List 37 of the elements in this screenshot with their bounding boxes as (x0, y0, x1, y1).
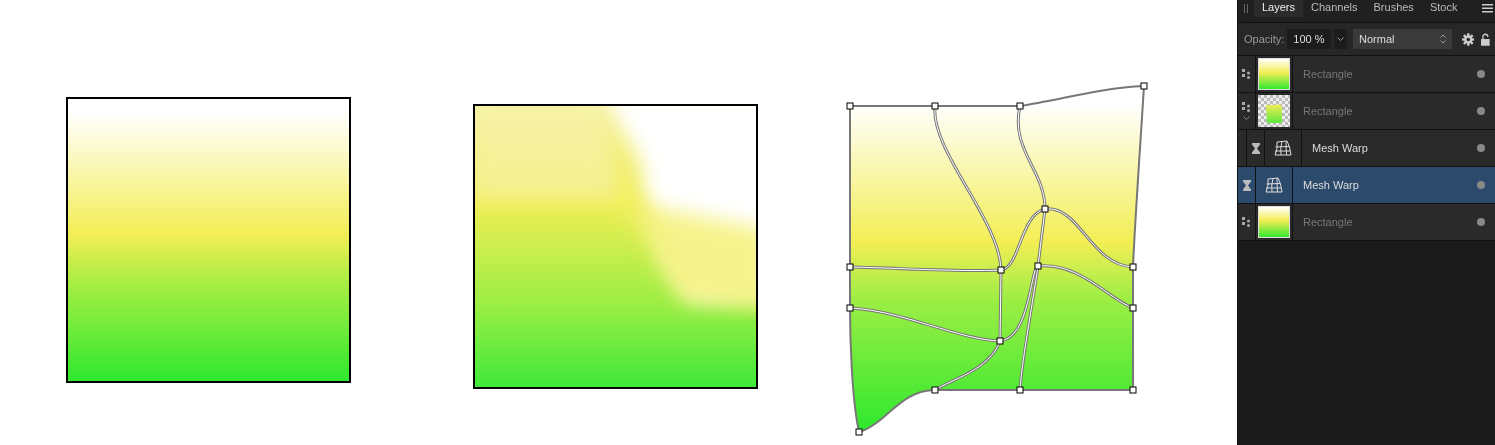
visibility-dot[interactable] (1477, 70, 1485, 78)
panel-tab[interactable]: Brushes (1365, 0, 1422, 17)
layer-name: Rectangle (1303, 216, 1353, 228)
filter-layer-icon (1251, 142, 1260, 154)
visibility-dot[interactable] (1477, 181, 1485, 189)
filter-layer-icon (1242, 179, 1251, 191)
layer-thumbnail (1258, 95, 1290, 127)
layer-row[interactable]: Mesh Warp (1238, 167, 1495, 204)
visibility-dot[interactable] (1477, 144, 1485, 152)
shape-layer-icon (1242, 101, 1251, 112)
mesh-icon (1265, 177, 1283, 193)
visibility-dot[interactable] (1477, 107, 1485, 115)
blend-mode-select[interactable]: Normal (1353, 29, 1452, 49)
layer-thumbnail (1258, 58, 1290, 90)
shape-layer-icon (1242, 69, 1251, 79)
settings-icon[interactable] (1461, 32, 1475, 46)
panel-tab[interactable]: Channels (1303, 0, 1366, 17)
menu-icon[interactable] (1482, 3, 1493, 13)
caret-icon (1336, 37, 1344, 41)
opacity-dropdown[interactable] (1333, 29, 1348, 49)
shape-layer-icon (1242, 217, 1251, 227)
panel-tab[interactable]: Layers (1254, 0, 1304, 17)
layer-row[interactable]: Mesh Warp (1238, 130, 1495, 167)
layer-thumbnail (1258, 206, 1290, 238)
mesh-icon (1274, 140, 1292, 156)
visibility-dot[interactable] (1477, 218, 1485, 226)
panel-tab[interactable]: Stock (1421, 0, 1466, 17)
layer-name: Rectangle (1303, 105, 1353, 117)
layer-name: Mesh Warp (1303, 179, 1359, 191)
opacity-label: Opacity: (1244, 33, 1285, 45)
expanded-chevron-icon[interactable] (1243, 115, 1250, 121)
panel-grip-icon[interactable] (1244, 3, 1248, 13)
stepper-icon (1439, 34, 1446, 44)
layer-name: Mesh Warp (1312, 142, 1368, 154)
opacity-field[interactable]: 100 % (1287, 29, 1331, 49)
lock-icon[interactable] (1481, 32, 1490, 46)
layer-name: Rectangle (1303, 68, 1353, 80)
